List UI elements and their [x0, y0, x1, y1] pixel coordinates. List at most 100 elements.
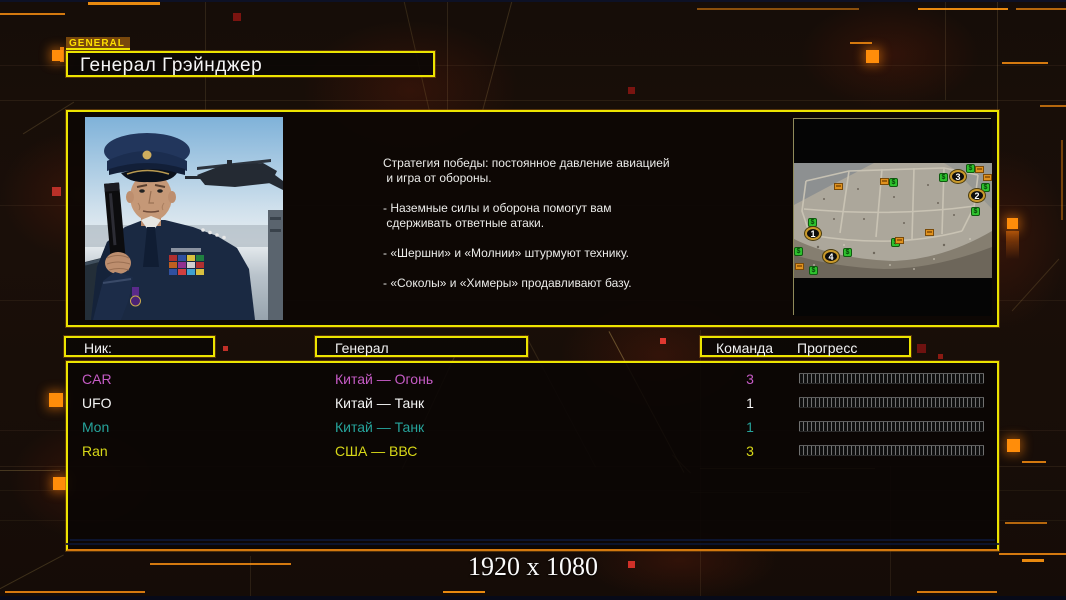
progress-bar	[799, 445, 984, 456]
glow-patch	[800, 0, 980, 110]
player-general: Китай — Танк	[335, 419, 425, 435]
start-position-marker: 2	[969, 189, 985, 202]
divider-line	[70, 539, 995, 541]
strategy-text: Стратегия победы: постоянное давление ав…	[383, 156, 728, 306]
map-terrain	[794, 119, 992, 316]
circuit-decoration	[1061, 140, 1063, 220]
header-nick: Ник:	[64, 336, 215, 357]
circuit-decoration	[88, 2, 160, 5]
progress-bar	[799, 373, 984, 384]
red-square	[628, 87, 635, 94]
circuit-decoration	[5, 591, 145, 593]
progress-bar	[799, 421, 984, 432]
glow-square	[52, 50, 63, 61]
start-position-marker: 1	[805, 227, 821, 240]
page-title-box: Генерал Грэйнджер	[66, 51, 435, 77]
strategy-paragraph: - «Соколы» и «Химеры» продавливают базу.	[383, 276, 632, 290]
circuit-decoration	[945, 0, 946, 100]
player-nick: Mon	[82, 419, 110, 435]
supply-dock-icon: $	[808, 218, 817, 227]
red-square	[660, 338, 666, 344]
supply-dock-icon: $	[966, 164, 975, 173]
start-position-marker: 3	[950, 170, 966, 183]
red-square	[223, 346, 228, 351]
player-roster-panel: CAR Китай — Огонь 3 UFO Китай — Танк 1 Mon Кита…	[66, 361, 999, 551]
progress-bar	[799, 397, 984, 408]
general-info-panel: Стратегия победы: постоянное давление ав…	[66, 110, 999, 327]
header-nick-label: Ник:	[84, 340, 112, 356]
roster-row[interactable]: CAR Китай — Огонь 3	[68, 367, 997, 391]
player-team: 3	[746, 371, 754, 387]
circuit-decoration	[1005, 522, 1047, 524]
red-square	[938, 354, 943, 359]
building-icon	[795, 263, 804, 270]
glow-square	[1007, 439, 1020, 452]
player-team: 3	[746, 443, 754, 459]
header-team-progress: Команда Прогресс	[700, 336, 911, 357]
building-icon	[975, 166, 984, 173]
roster-row[interactable]: Mon Китай — Танк 1	[68, 415, 997, 439]
strategy-paragraph: - Наземные силы и оборона помогут вам сд…	[383, 201, 612, 230]
building-icon	[895, 237, 904, 244]
roster-row[interactable]: UFO Китай — Танк 1	[68, 391, 997, 415]
glow-square	[866, 50, 879, 63]
strategy-paragraph: - «Шершни» и «Молнии» штурмуют технику.	[383, 246, 629, 260]
supply-dock-icon: $	[889, 178, 898, 187]
general-portrait-art	[85, 117, 283, 320]
circuit-decoration	[443, 591, 485, 593]
glow-square	[53, 477, 66, 490]
player-nick: Ran	[82, 443, 108, 459]
map-preview: $$$$$$$$$$1234	[793, 118, 992, 316]
game-screen: GENERAL Генерал Грэйнджер Стратегия побе…	[0, 0, 1066, 600]
red-square	[52, 187, 61, 196]
player-general: Китай — Танк	[335, 395, 425, 411]
circuit-decoration	[918, 8, 1008, 10]
supply-dock-icon: $	[809, 266, 818, 275]
header-general-label: Генерал	[335, 340, 389, 356]
supply-dock-icon: $	[843, 248, 852, 257]
header-team-label: Команда	[716, 340, 774, 356]
roster-rows: CAR Китай — Огонь 3 UFO Китай — Танк 1 Mon Кита…	[68, 367, 997, 463]
circuit-decoration	[0, 596, 1066, 600]
glow-square	[1007, 218, 1018, 229]
red-square	[233, 13, 241, 21]
circuit-decoration	[66, 543, 999, 545]
building-icon	[880, 178, 889, 185]
player-team: 1	[746, 419, 754, 435]
circuit-decoration	[997, 0, 998, 110]
circuit-decoration	[0, 100, 1066, 101]
circuit-decoration	[850, 42, 872, 44]
building-icon	[983, 174, 992, 181]
general-portrait	[85, 117, 283, 320]
glow-trail	[1006, 231, 1019, 259]
circuit-decoration	[697, 8, 859, 10]
circuit-decoration	[917, 591, 997, 593]
glow-square	[49, 393, 63, 407]
circuit-decoration	[0, 13, 65, 15]
building-icon	[925, 229, 934, 236]
player-general: США — ВВС	[335, 443, 418, 459]
circuit-decoration	[0, 0, 1066, 2]
supply-dock-icon: $	[939, 173, 948, 182]
supply-dock-icon: $	[794, 247, 803, 256]
circuit-decoration	[1040, 105, 1066, 107]
page-title: Генерал Грэйнджер	[80, 55, 263, 76]
player-nick: UFO	[82, 395, 112, 411]
header-general: Генерал	[315, 336, 528, 357]
general-tag: GENERAL	[66, 37, 130, 50]
building-icon	[834, 183, 843, 190]
start-position-marker: 4	[823, 250, 839, 263]
resolution-label: 1920 x 1080	[468, 552, 598, 581]
red-square	[917, 344, 926, 353]
header-progress-label: Прогресс	[797, 340, 858, 356]
roster-row[interactable]: Ran США — ВВС 3	[68, 439, 997, 463]
player-nick: CAR	[82, 371, 112, 387]
player-team: 1	[746, 395, 754, 411]
circuit-decoration	[1002, 62, 1048, 64]
circuit-decoration	[1022, 461, 1046, 463]
strategy-paragraph: Стратегия победы: постоянное давление ав…	[383, 156, 670, 185]
circuit-decoration	[447, 0, 448, 110]
circuit-decoration	[1016, 8, 1066, 10]
supply-dock-icon: $	[971, 207, 980, 216]
circuit-decoration	[0, 470, 60, 471]
